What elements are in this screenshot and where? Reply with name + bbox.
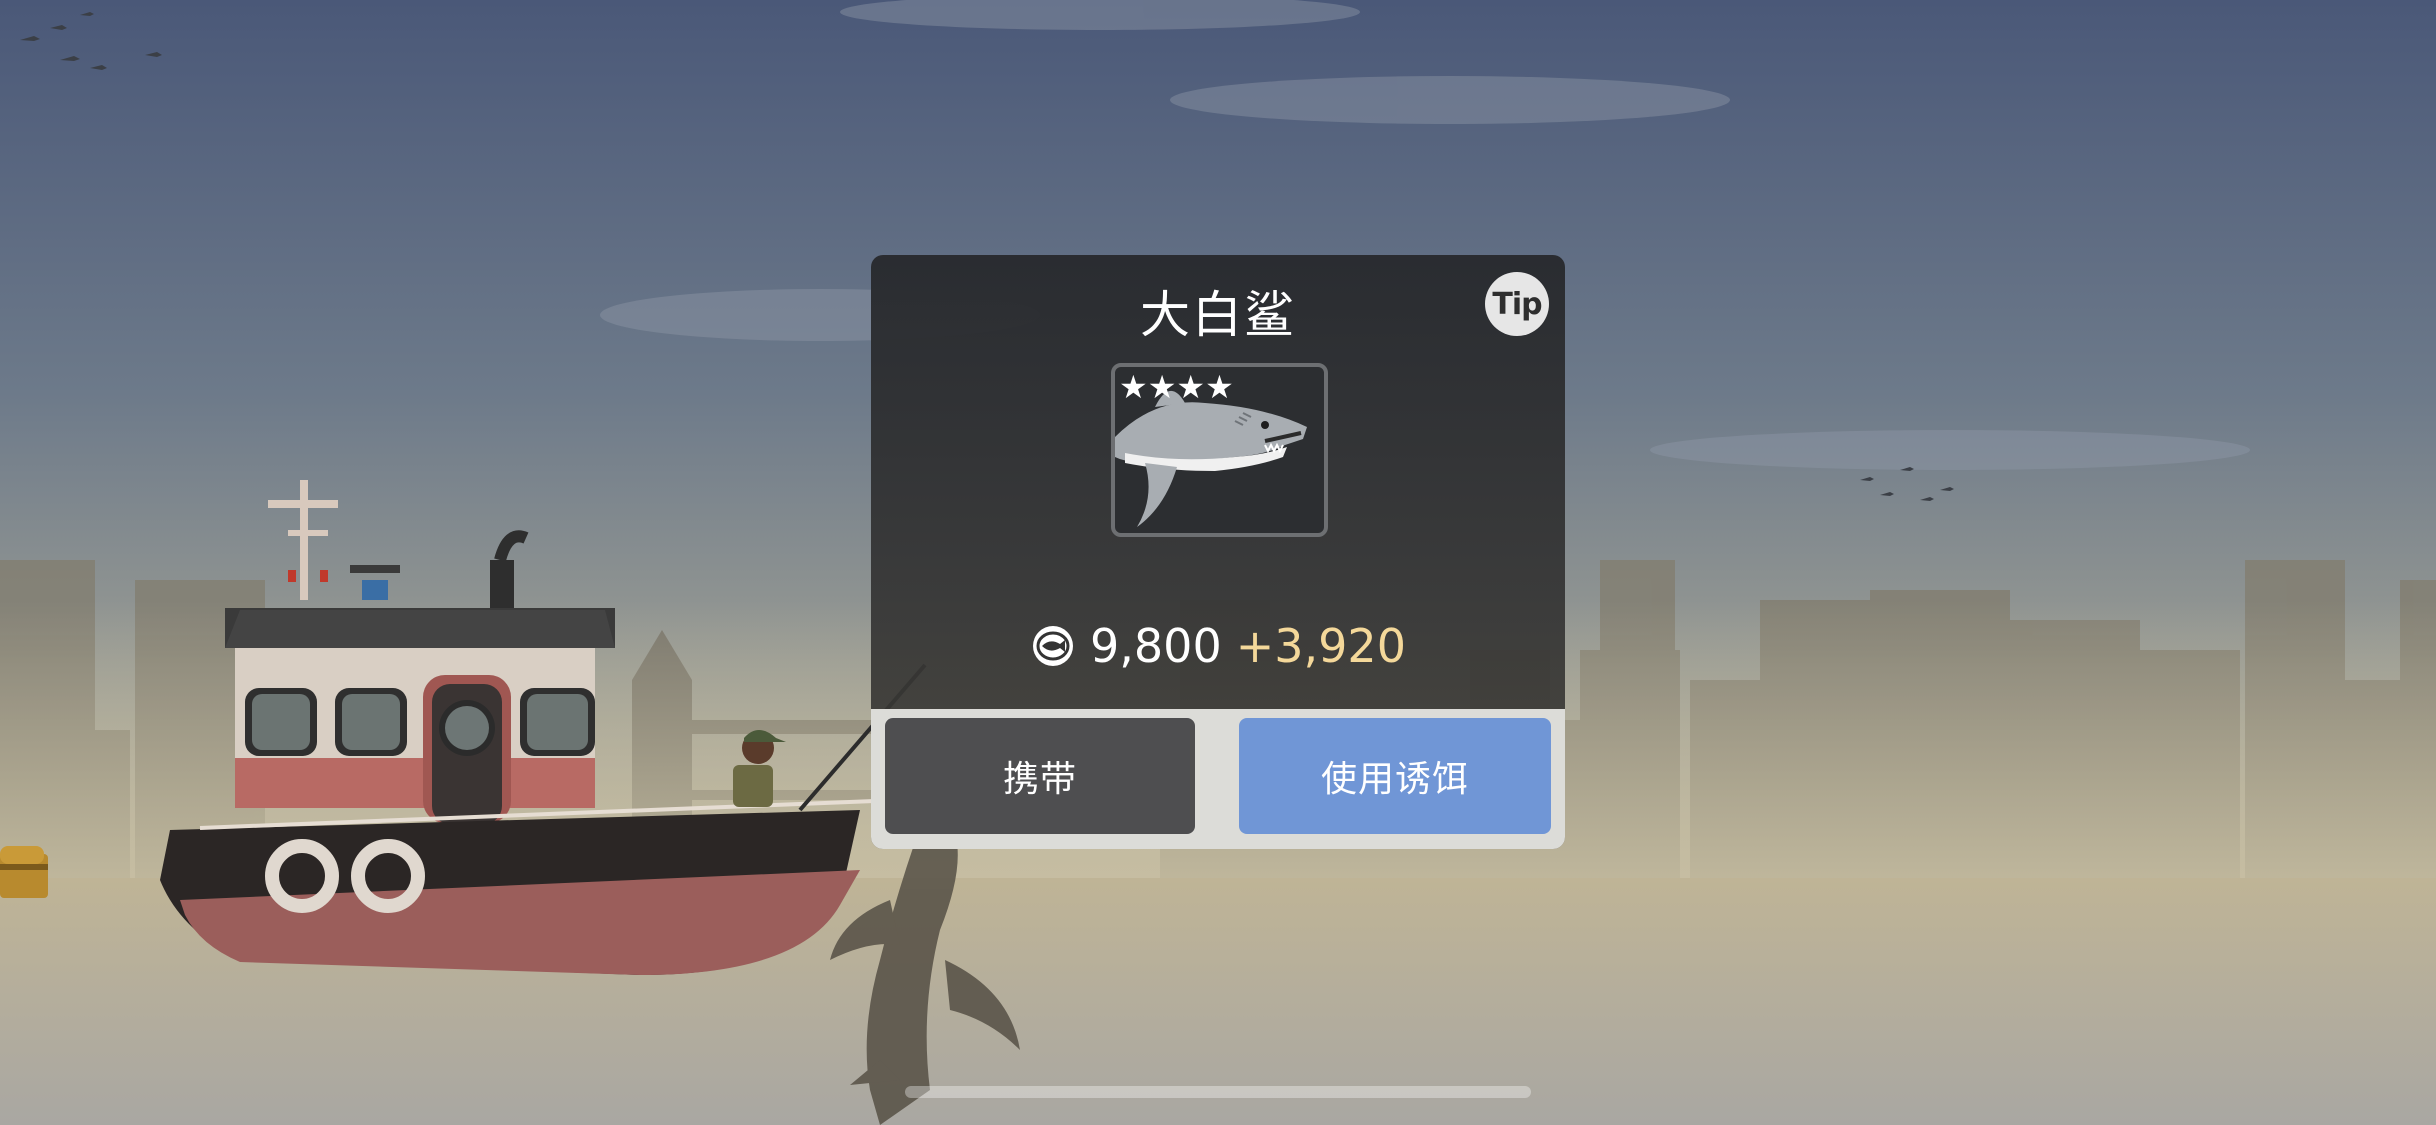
fish-coin-icon xyxy=(1033,626,1074,666)
fish-portrait-card: ★★★★ xyxy=(1111,363,1328,537)
fish-caught-dialog: 大白鲨 Tip ★★★★ 9,800 +3,920 携带 使用诱饵 xyxy=(871,255,1565,849)
use-bait-button[interactable]: 使用诱饵 xyxy=(1239,718,1551,834)
home-indicator[interactable] xyxy=(905,1086,1531,1098)
price-row: 9,800 +3,920 xyxy=(871,613,1565,679)
tip-button[interactable]: Tip xyxy=(1485,272,1549,336)
fish-price-bonus: +3,920 xyxy=(1235,619,1406,673)
fish-price: 9,800 xyxy=(1090,619,1222,673)
action-bar: 携带 使用诱饵 xyxy=(871,709,1565,849)
carry-button[interactable]: 携带 xyxy=(885,718,1195,834)
rating-stars: ★★★★ xyxy=(1119,368,1234,406)
treasure-chest xyxy=(0,846,48,898)
fish-name-title: 大白鲨 xyxy=(1140,286,1296,344)
